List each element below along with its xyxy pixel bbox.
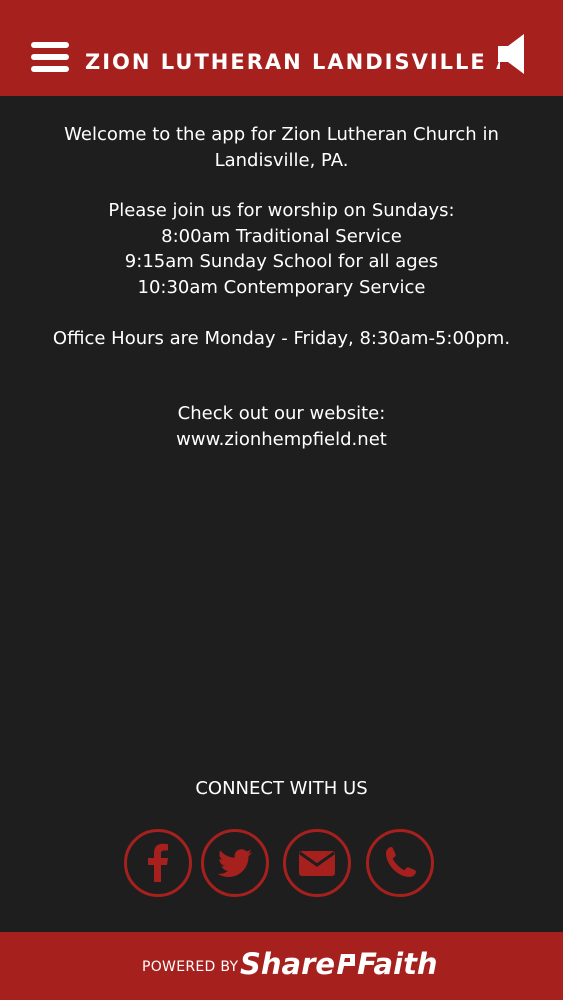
- service-time-1: 8:00am Traditional Service: [161, 225, 402, 247]
- office-hours: Office Hours are Monday - Friday, 8:30am…: [52, 327, 511, 349]
- worship-intro: Please join us for worship on Sundays:: [108, 200, 455, 222]
- footer-bar: POWERED BY Share Faith: [0, 932, 563, 1000]
- connect-title: CONNECT WITH US: [195, 778, 368, 799]
- facebook-button[interactable]: [124, 829, 192, 897]
- welcome-text-line2: Landisville, PA.: [214, 149, 349, 171]
- website-link[interactable]: www.zionhempfield.net: [0, 427, 563, 453]
- twitter-icon: [217, 849, 252, 877]
- phone-button[interactable]: [366, 829, 434, 897]
- welcome-content: Welcome to the app for Zion Lutheran Chu…: [0, 122, 563, 452]
- service-time-2: 9:15am Sunday School for all ages: [124, 251, 439, 273]
- welcome-text-line1: Welcome to the app for Zion Lutheran Chu…: [64, 124, 499, 145]
- facebook-icon: [148, 843, 168, 882]
- app-header: ZION LUTHERAN LANDISVILLE A: [0, 0, 563, 96]
- hamburger-menu-icon[interactable]: [31, 42, 69, 72]
- powered-by-label: POWERED BY: [142, 959, 239, 975]
- app-screen: ZION LUTHERAN LANDISVILLE A Welcome to t…: [0, 0, 563, 1000]
- twitter-button[interactable]: [201, 829, 269, 897]
- sharefaith-logo-mark-icon: [337, 954, 356, 974]
- phone-icon: [386, 847, 416, 877]
- email-button[interactable]: [283, 829, 351, 897]
- brand-share: Share: [240, 947, 336, 981]
- social-links: [0, 829, 563, 899]
- brand-faith: Faith: [357, 947, 438, 981]
- app-title: ZION LUTHERAN LANDISVILLE A: [85, 50, 500, 74]
- speaker-icon[interactable]: [496, 32, 530, 76]
- email-icon: [299, 851, 335, 876]
- sharefaith-logo[interactable]: Share Faith: [240, 946, 438, 982]
- website-intro: Check out our website:: [177, 403, 386, 425]
- service-time-3: 10:30am Contemporary Service: [137, 276, 426, 298]
